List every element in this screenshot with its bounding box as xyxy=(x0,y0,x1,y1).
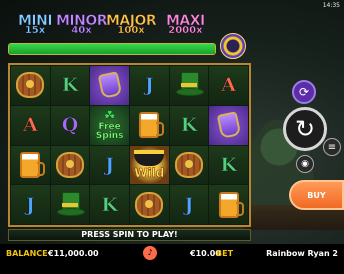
symbol-hat xyxy=(50,185,90,224)
menu-icon: ≡ xyxy=(327,141,337,153)
symbol-flask xyxy=(209,105,248,145)
royal-letter: J xyxy=(184,193,194,216)
symbol-barrel xyxy=(50,145,90,185)
jackpot-display: MINI 15x MINOR 40x MAJOR 100x MAXI 2000x xyxy=(18,14,228,42)
royal-letter: K xyxy=(220,153,237,177)
feature-meter-fill xyxy=(9,44,215,54)
royal-letter: Q xyxy=(61,114,79,137)
free-spins-line2: Spins xyxy=(95,130,124,141)
symbol-barrel xyxy=(169,145,209,185)
jackpot-major: MAJOR 100x xyxy=(106,13,157,36)
symbol-royal-K: K xyxy=(50,66,90,105)
barrel-icon xyxy=(174,151,203,178)
royal-letter: J xyxy=(144,74,155,97)
royal-letter: J xyxy=(25,193,36,216)
symbol-barrel xyxy=(11,66,50,105)
jackpot-mini: MINI 15x xyxy=(18,13,53,36)
feature-meter xyxy=(8,43,216,55)
royal-letter: K xyxy=(61,74,79,97)
beer-mug-icon xyxy=(218,191,244,218)
beer-mug-icon xyxy=(20,151,46,178)
bet-label: BET xyxy=(216,249,234,258)
symbol-free-spins: ☘ Free Spins xyxy=(90,105,129,145)
spin-arrow-icon: ↻ xyxy=(294,115,316,143)
autoplay-button[interactable]: ⟳ xyxy=(292,80,316,104)
pot-of-gold-icon xyxy=(134,149,165,166)
hat-band xyxy=(61,202,78,207)
hat-band xyxy=(180,83,197,88)
jackpot-maxi: MAXI 2000x xyxy=(166,13,206,36)
barrel-icon xyxy=(55,151,84,178)
symbol-royal-J: J xyxy=(169,185,209,224)
symbol-royal-J: J xyxy=(90,145,129,185)
bet-stack-button[interactable]: ◉ xyxy=(296,155,314,173)
royal-letter: K xyxy=(101,193,118,216)
leprechaun-hat-icon xyxy=(175,72,204,98)
royal-letter: K xyxy=(180,114,198,137)
barrel-icon xyxy=(16,72,45,99)
clover-icon: ☘ xyxy=(103,108,116,124)
autoplay-icon: ⟳ xyxy=(298,85,310,99)
symbol-beer xyxy=(11,145,50,185)
royal-letter: J xyxy=(105,153,115,177)
clock: 14:35 xyxy=(322,2,340,9)
royal-letter: A xyxy=(22,114,38,137)
reel-grid: K J A A Q ☘ Free Spins K J Wild K J K J xyxy=(8,63,251,227)
symbol-barrel xyxy=(130,185,169,224)
meter-badge-icon xyxy=(220,33,246,59)
symbol-wild: Wild xyxy=(130,145,169,185)
symbol-royal-A: A xyxy=(11,105,50,145)
symbol-royal-Q: Q xyxy=(50,105,90,145)
symbol-royal-K: K xyxy=(209,145,248,185)
menu-button[interactable]: ≡ xyxy=(323,138,341,156)
flask-icon xyxy=(216,111,241,139)
sound-icon[interactable]: ♪ xyxy=(143,246,157,260)
wild-label: Wild xyxy=(134,165,165,181)
balance-value: €11,000.00 xyxy=(48,249,99,258)
message-bar: PRESS SPIN TO PLAY! xyxy=(8,229,251,241)
buy-label: BUY xyxy=(307,190,326,200)
spin-button[interactable]: ↻ xyxy=(283,107,327,151)
symbol-hat xyxy=(169,66,209,105)
balance-label: BALANCE xyxy=(6,249,48,258)
symbol-royal-K: K xyxy=(90,185,129,224)
coin-stack-icon: ◉ xyxy=(301,159,309,169)
jackpot-minor: MINOR 40x xyxy=(56,13,108,36)
game-name: Rainbow Ryan 2 xyxy=(266,249,338,258)
barrel-icon xyxy=(135,191,164,218)
symbol-royal-J: J xyxy=(11,185,50,224)
symbol-flask xyxy=(90,66,129,105)
symbol-beer xyxy=(130,105,169,145)
symbol-royal-A: A xyxy=(209,66,248,105)
flask-icon xyxy=(97,71,122,100)
buy-feature-button[interactable]: BUY xyxy=(289,180,344,210)
status-bar: BALANCE €11,000.00 ♪ €10.00 BET Rainbow … xyxy=(0,244,344,274)
symbol-royal-J: J xyxy=(130,66,169,105)
royal-letter: A xyxy=(221,74,237,97)
beer-mug-icon xyxy=(139,112,165,139)
symbol-royal-K: K xyxy=(169,105,209,145)
leprechaun-hat-icon xyxy=(56,191,85,218)
symbol-beer xyxy=(209,185,248,224)
